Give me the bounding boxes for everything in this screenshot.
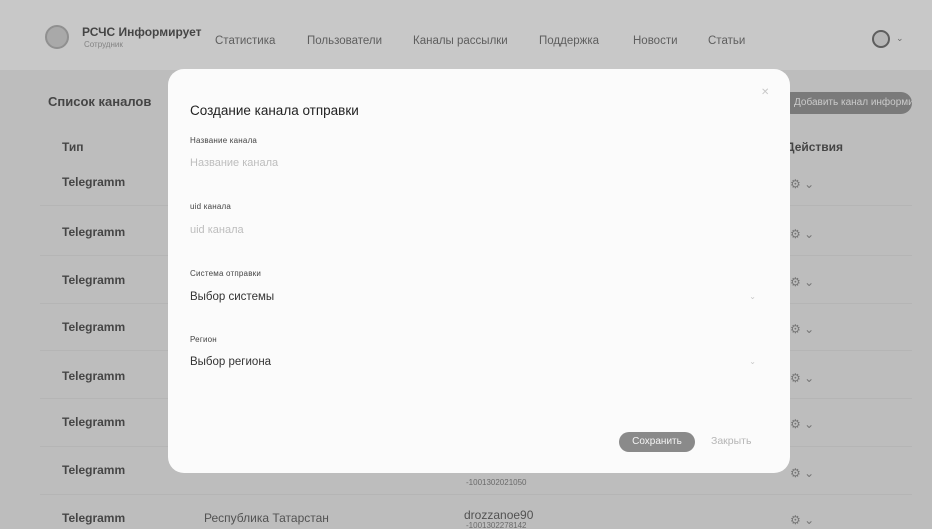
send-system-select[interactable]: Выбор системы ⌄ [190,285,764,309]
channel-uid-label: uid канала [190,202,232,211]
channel-name-label: Название канала [190,136,258,145]
send-system-value: Выбор системы [190,291,275,303]
send-system-label: Система отправки [190,269,262,278]
region-label: Регион [190,335,217,344]
close-icon[interactable]: ✕ [761,87,769,98]
chevron-down-icon: ⌄ [749,292,756,301]
modal-title: Создание канала отправки [190,103,359,118]
channel-name-input[interactable] [190,151,764,175]
close-button[interactable]: Закрыть [711,435,751,447]
region-value: Выбор региона [190,356,272,368]
save-button[interactable]: Сохранить [619,432,695,452]
region-select[interactable]: Выбор региона ⌄ [190,350,764,374]
chevron-down-icon: ⌄ [749,357,756,366]
channel-uid-input[interactable] [190,218,764,242]
create-channel-modal: Создание канала отправки ✕ Название кана… [168,69,790,473]
